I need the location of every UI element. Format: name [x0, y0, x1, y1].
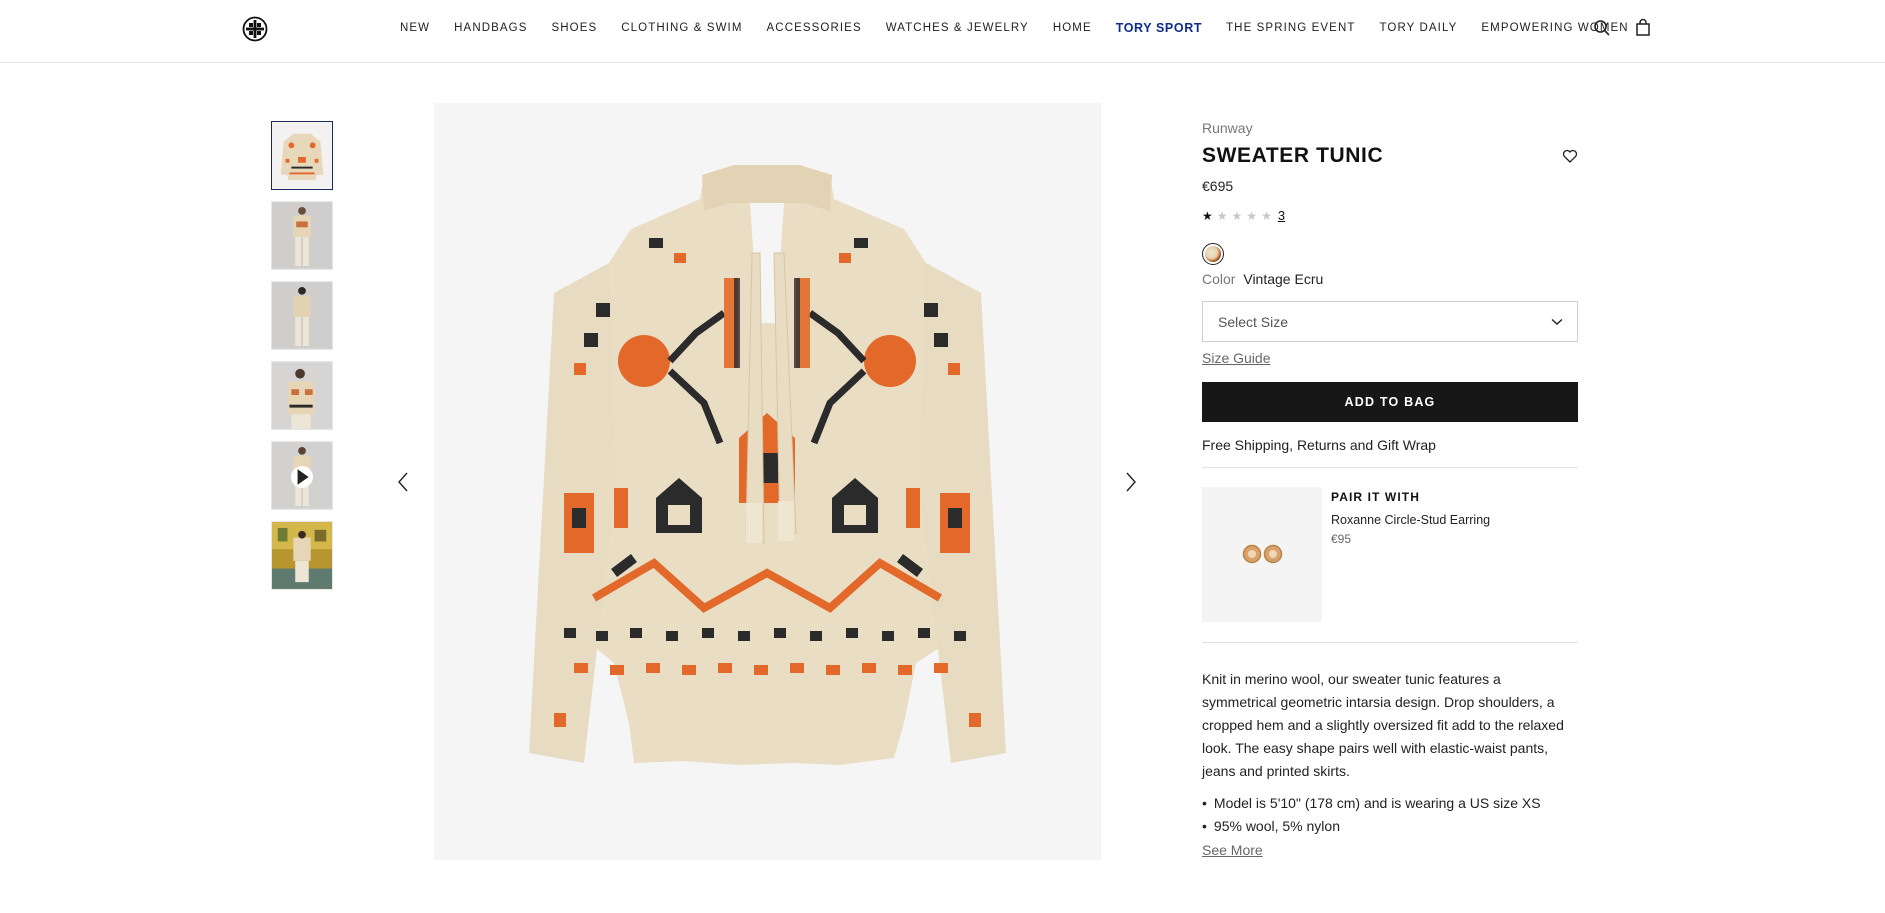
- chevron-down-icon: [1551, 318, 1563, 325]
- bullet-item: 95% wool, 5% nylon: [1202, 815, 1578, 838]
- collection-label[interactable]: Runway: [1202, 120, 1578, 136]
- search-icon[interactable]: [1592, 18, 1612, 38]
- tory-burch-logo[interactable]: [242, 16, 268, 42]
- see-more-link[interactable]: See More: [1202, 842, 1263, 858]
- swatch-image: [1205, 246, 1221, 262]
- pair-heading: PAIR IT WITH: [1331, 490, 1420, 504]
- nav-clothing-swim[interactable]: Clothing & Swim: [621, 22, 742, 34]
- size-dropdown[interactable]: Select Size: [1202, 301, 1578, 342]
- nav-tory-daily[interactable]: Tory Daily: [1379, 22, 1457, 34]
- size-placeholder: Select Size: [1218, 313, 1289, 330]
- thumbnail-model-front[interactable]: [271, 201, 333, 270]
- shipping-info: Free Shipping, Returns and Gift Wrap: [1202, 437, 1578, 468]
- thumbnail-list: [271, 121, 333, 601]
- product-description: Knit in merino wool, our sweater tunic f…: [1202, 671, 1564, 779]
- thumbnail-video[interactable]: [271, 441, 333, 510]
- star-icon: ★: [1231, 208, 1243, 223]
- product-details-panel: Runway SWEATER TUNIC €695 ★ ★ ★ ★ ★ 3 Co…: [1202, 120, 1578, 860]
- title-row: SWEATER TUNIC: [1202, 144, 1578, 168]
- product-price: €695: [1202, 178, 1234, 194]
- pair-it-with-section: PAIR IT WITH Roxanne Circle-Stud Earring…: [1202, 487, 1578, 643]
- site-header: New Handbags Shoes Clothing & Swim Acces…: [0, 0, 1885, 63]
- nav-spring-event[interactable]: The Spring Event: [1226, 22, 1355, 34]
- thumbnail-sweater-front[interactable]: [271, 121, 333, 190]
- nav-handbags[interactable]: Handbags: [454, 22, 527, 34]
- star-icon: ★: [1216, 208, 1228, 223]
- nav-home[interactable]: Home: [1053, 22, 1092, 34]
- main-nav: New Handbags Shoes Clothing & Swim Acces…: [400, 0, 1653, 56]
- thumbnail-model-back[interactable]: [271, 281, 333, 350]
- earring-image[interactable]: [1202, 487, 1322, 622]
- thumbnail-lifestyle[interactable]: [271, 521, 333, 590]
- pair-info: PAIR IT WITH Roxanne Circle-Stud Earring…: [1331, 487, 1490, 622]
- previous-image-arrow-icon[interactable]: [394, 470, 414, 494]
- color-value: Vintage Ecru: [1243, 271, 1324, 287]
- main-product-image[interactable]: [434, 103, 1101, 860]
- product-title: SWEATER TUNIC: [1202, 144, 1384, 167]
- star-icon: ★: [1261, 208, 1272, 223]
- pair-product-name[interactable]: Roxanne Circle-Stud Earring: [1331, 513, 1490, 527]
- review-count-link[interactable]: 3: [1278, 208, 1285, 223]
- heart-icon[interactable]: [1562, 148, 1578, 164]
- thumbnail-model-detail[interactable]: [271, 361, 333, 430]
- star-icon: ★: [1246, 208, 1258, 223]
- color-row: Color Vintage Ecru: [1202, 271, 1578, 287]
- rating[interactable]: ★ ★ ★ ★ ★ 3: [1202, 208, 1578, 223]
- shopping-bag-icon[interactable]: [1633, 18, 1653, 38]
- product-bullets: Model is 5'10" (178 cm) and is wearing a…: [1202, 792, 1578, 838]
- add-to-bag-button[interactable]: ADD TO BAG: [1202, 382, 1578, 422]
- nav-tory-sport[interactable]: Tory Sport: [1116, 21, 1202, 35]
- nav-shoes[interactable]: Shoes: [551, 22, 597, 34]
- nav-accessories[interactable]: Accessories: [767, 22, 862, 34]
- nav-watches-jewelry[interactable]: Watches & Jewelry: [886, 22, 1029, 34]
- next-image-arrow-icon[interactable]: [1120, 470, 1140, 494]
- play-icon[interactable]: [291, 466, 313, 488]
- nav-new[interactable]: New: [400, 22, 430, 34]
- pair-product-price: €95: [1331, 532, 1352, 546]
- size-guide-link[interactable]: Size Guide: [1202, 350, 1270, 366]
- star-icon: ★: [1202, 208, 1213, 223]
- color-label: Color: [1202, 271, 1236, 287]
- bullet-item: Model is 5'10" (178 cm) and is wearing a…: [1202, 792, 1578, 815]
- color-swatch-vintage-ecru[interactable]: [1202, 243, 1224, 265]
